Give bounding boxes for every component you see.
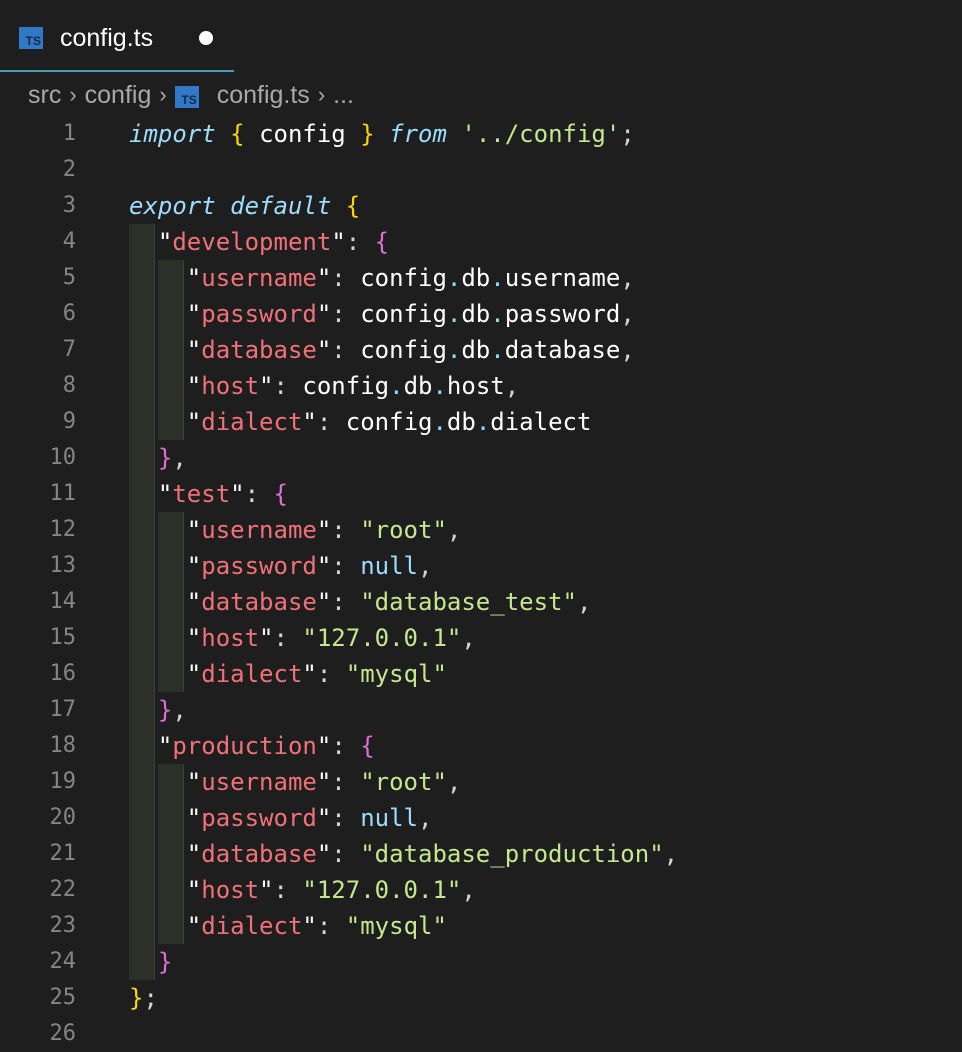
code-line[interactable]: 13 "password": null, bbox=[0, 548, 962, 584]
breadcrumb-item-src[interactable]: src bbox=[28, 81, 61, 110]
chevron-right-icon: › bbox=[317, 82, 326, 107]
code-line[interactable]: 16 "dialect": "mysql" bbox=[0, 656, 962, 692]
code-line[interactable]: 26 bbox=[0, 1016, 962, 1052]
chevron-right-icon: › bbox=[159, 82, 167, 107]
line-number: 22 bbox=[49, 877, 77, 902]
code-text[interactable]: "password": null, bbox=[129, 800, 433, 836]
code-text[interactable]: "username": "root", bbox=[129, 764, 462, 800]
line-number: 6 bbox=[62, 301, 76, 326]
unsaved-dot-icon[interactable] bbox=[199, 31, 213, 45]
tab-title[interactable]: config.ts bbox=[60, 22, 153, 54]
code-text[interactable]: "host": "127.0.0.1", bbox=[129, 872, 476, 908]
code-text[interactable]: "dialect": "mysql" bbox=[129, 656, 447, 692]
code-text[interactable]: }, bbox=[129, 692, 187, 728]
code-line[interactable]: 17 }, bbox=[0, 692, 962, 728]
code-text[interactable]: "username": "root", bbox=[129, 512, 462, 548]
line-number: 21 bbox=[49, 841, 77, 866]
code-line[interactable]: 11 "test": { bbox=[0, 476, 962, 512]
line-number: 19 bbox=[49, 769, 77, 794]
code-text[interactable]: export default { bbox=[129, 188, 360, 224]
code-line[interactable]: 1 import { config } from '../config'; bbox=[0, 116, 962, 152]
line-number: 3 bbox=[62, 193, 76, 218]
breadcrumb-item-config[interactable]: config bbox=[85, 81, 152, 110]
line-number: 13 bbox=[49, 553, 77, 578]
code-line[interactable]: 7 "database": config.db.database, bbox=[0, 332, 962, 368]
code-line[interactable]: 20 "password": null, bbox=[0, 800, 962, 836]
line-number: 7 bbox=[62, 337, 76, 362]
code-line[interactable]: 14 "database": "database_test", bbox=[0, 584, 962, 620]
breadcrumb: src › config › TS config.ts › ... bbox=[28, 78, 354, 112]
line-number: 10 bbox=[49, 445, 77, 470]
code-line[interactable]: 8 "host": config.db.host, bbox=[0, 368, 962, 404]
code-line[interactable]: 5 "username": config.db.username, bbox=[0, 260, 962, 296]
line-number: 8 bbox=[62, 373, 76, 398]
code-line[interactable]: 19 "username": "root", bbox=[0, 764, 962, 800]
line-number: 20 bbox=[49, 805, 77, 830]
line-number: 16 bbox=[49, 661, 77, 686]
breadcrumb-item-file[interactable]: config.ts bbox=[217, 81, 310, 110]
code-text[interactable]: import { config } from '../config'; bbox=[129, 116, 635, 152]
code-line[interactable]: 21 "database": "database_production", bbox=[0, 836, 962, 872]
code-line[interactable]: 18 "production": { bbox=[0, 728, 962, 764]
line-number: 2 bbox=[62, 157, 76, 182]
code-line[interactable]: 22 "host": "127.0.0.1", bbox=[0, 872, 962, 908]
code-line[interactable]: 24 } bbox=[0, 944, 962, 980]
ts-file-icon: TS bbox=[174, 86, 199, 108]
line-number: 23 bbox=[49, 913, 77, 938]
code-line[interactable]: 23 "dialect": "mysql" bbox=[0, 908, 962, 944]
code-line[interactable]: 12 "username": "root", bbox=[0, 512, 962, 548]
tab-bar: TS config.ts bbox=[0, 0, 962, 72]
line-number: 25 bbox=[49, 985, 77, 1010]
code-text[interactable]: "database": "database_production", bbox=[129, 836, 678, 872]
code-text[interactable]: "production": { bbox=[129, 728, 375, 764]
code-text[interactable]: "dialect": "mysql" bbox=[129, 908, 447, 944]
code-text[interactable]: "host": "127.0.0.1", bbox=[129, 620, 476, 656]
code-line[interactable]: 15 "host": "127.0.0.1", bbox=[0, 620, 962, 656]
line-number: 5 bbox=[62, 265, 76, 290]
code-text[interactable]: "database": "database_test", bbox=[129, 584, 592, 620]
code-editor[interactable]: 1 import { config } from '../config'; 2 3 ex… bbox=[0, 116, 962, 1050]
code-text[interactable]: "dialect": config.db.dialect bbox=[129, 404, 592, 440]
code-text[interactable]: }, bbox=[129, 440, 187, 476]
line-number: 1 bbox=[62, 121, 76, 146]
line-number: 18 bbox=[49, 733, 77, 758]
code-text[interactable]: "host": config.db.host, bbox=[129, 368, 519, 404]
line-number: 17 bbox=[49, 697, 77, 722]
code-text[interactable]: "test": { bbox=[129, 476, 288, 512]
line-number: 15 bbox=[49, 625, 77, 650]
ts-file-icon: TS bbox=[19, 27, 43, 49]
code-text[interactable]: "development": { bbox=[129, 224, 389, 260]
line-number: 14 bbox=[49, 589, 77, 614]
code-text[interactable]: }; bbox=[129, 980, 158, 1016]
code-line[interactable]: 9 "dialect": config.db.dialect bbox=[0, 404, 962, 440]
code-text[interactable]: } bbox=[129, 944, 172, 980]
line-number: 4 bbox=[62, 229, 76, 254]
line-number: 11 bbox=[49, 481, 77, 506]
line-number: 24 bbox=[49, 949, 77, 974]
line-number: 12 bbox=[49, 517, 77, 542]
code-line[interactable]: 4 "development": { bbox=[0, 224, 962, 260]
tab-config-ts[interactable]: TS config.ts bbox=[0, 0, 234, 72]
code-line[interactable]: 3 export default { bbox=[0, 188, 962, 224]
code-line[interactable]: 10 }, bbox=[0, 440, 962, 476]
code-line[interactable]: 25}; bbox=[0, 980, 962, 1016]
code-text[interactable]: "password": config.db.password, bbox=[129, 296, 635, 332]
chevron-right-icon: › bbox=[69, 82, 77, 107]
code-text[interactable]: "database": config.db.database, bbox=[129, 332, 635, 368]
line-number: 26 bbox=[49, 1021, 77, 1046]
code-text[interactable]: "password": null, bbox=[129, 548, 433, 584]
code-line[interactable]: 2 bbox=[0, 152, 962, 188]
code-text[interactable]: "username": config.db.username, bbox=[129, 260, 635, 296]
breadcrumb-item-symbols[interactable]: ... bbox=[333, 81, 354, 110]
code-line[interactable]: 6 "password": config.db.password, bbox=[0, 296, 962, 332]
line-number: 9 bbox=[62, 409, 76, 434]
